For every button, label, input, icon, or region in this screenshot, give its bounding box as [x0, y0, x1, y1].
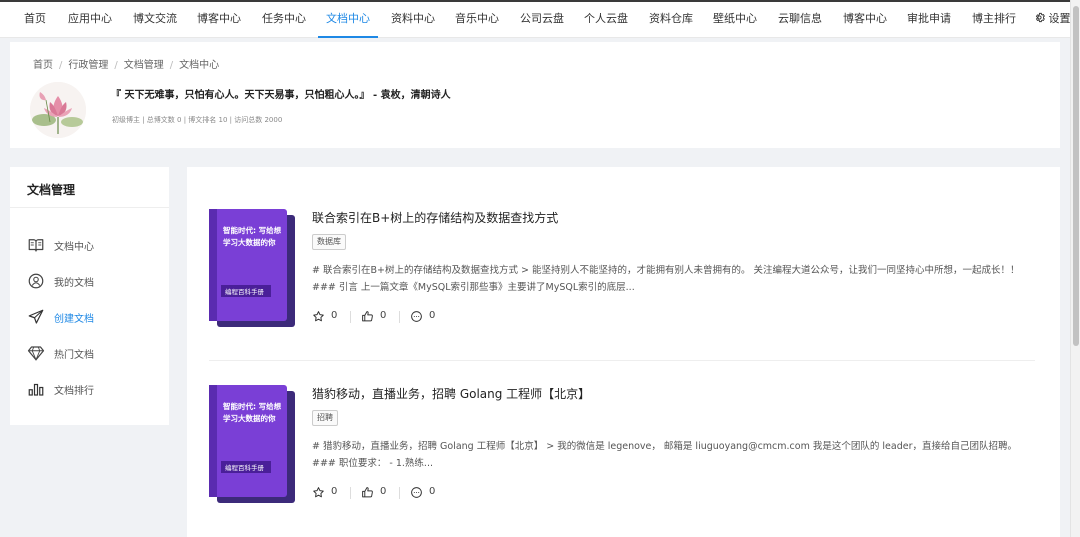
article-title[interactable]: 猎豹移动，直播业务，招聘 Golang 工程师【北京】 — [312, 385, 590, 402]
nav-item-personal-drive[interactable]: 个人云盘 — [584, 2, 628, 38]
article-title[interactable]: 联合索引在B+树上的存储结构及数据查找方式 — [312, 209, 558, 226]
nav-item-company-drive[interactable]: 公司云盘 — [520, 2, 564, 38]
breadcrumb-doc-management[interactable]: 文档管理 — [124, 60, 164, 71]
nav-item-task-center[interactable]: 任务中心 — [262, 2, 306, 38]
scrollbar-thumb[interactable] — [1073, 6, 1079, 346]
comment-icon — [411, 311, 422, 322]
breadcrumb-admin[interactable]: 行政管理 — [68, 60, 108, 71]
cover-line-2: 学习大数据的你 — [223, 237, 276, 247]
article-excerpt: # 猎豹移动，直播业务，招聘 Golang 工程师【北京】 > 我的微信是 le… — [312, 441, 1017, 469]
send-icon — [28, 309, 44, 324]
sidebar-item-doc-ranking[interactable]: 文档排行 — [27, 379, 167, 399]
star-count: 0 — [331, 486, 338, 497]
action-separator — [399, 487, 400, 499]
sidebar-item-label: 创建文档 — [54, 314, 94, 325]
article-actions: 0 0 0 — [312, 309, 512, 325]
nav-item-ranking[interactable]: 博主排行 — [972, 2, 1016, 38]
profile-header: 首页 / 行政管理 / 文档管理 / 文档中心 『 天下无难事，只怕有心人。天下天易事，只怕… — [10, 42, 1060, 148]
article-card[interactable]: 智能时代: 写给想 学习大数据的你 编程百科手册 猎豹移动，直播业务，招聘 Go… — [209, 385, 1035, 515]
nav-item-music-center[interactable]: 音乐中心 — [455, 2, 499, 38]
gear-icon — [1035, 12, 1045, 23]
page-scrollbar[interactable] — [1070, 0, 1080, 537]
settings-button[interactable]: 设置 — [1034, 2, 1071, 38]
comment-count: 0 — [429, 310, 436, 321]
nav-item-home[interactable]: 首页 — [24, 2, 46, 38]
nav-item-blog-exchange[interactable]: 博文交流 — [133, 2, 177, 38]
article-cover-image[interactable]: 智能时代: 写给想 学习大数据的你 编程百科手册 — [209, 209, 295, 327]
cover-line-1: 智能时代: 写给想 — [223, 225, 282, 235]
article-actions: 0 0 0 — [312, 485, 512, 501]
action-separator — [350, 487, 351, 499]
breadcrumb-separator: / — [59, 60, 63, 71]
nav-item-blog-center[interactable]: 博客中心 — [197, 2, 241, 38]
thumbs-up-icon — [362, 487, 373, 498]
article-tag[interactable]: 招聘 — [312, 410, 338, 426]
sidebar-item-doc-center[interactable]: 文档中心 — [27, 235, 167, 255]
sidebar-divider — [10, 207, 169, 208]
bar-chart-icon — [28, 383, 44, 396]
cover-footer: 编程百科手册 — [225, 287, 265, 296]
breadcrumb-current: 文档中心 — [179, 60, 220, 71]
nav-item-resource-center[interactable]: 资料中心 — [391, 2, 435, 38]
nav-item-approval[interactable]: 审批申请 — [907, 2, 951, 38]
top-navbar: 首页 应用中心 博文交流 博客中心 任务中心 文档中心 资料中心 音乐中心 公司… — [0, 2, 1071, 38]
nav-item-chat[interactable]: 云聊信息 — [778, 2, 822, 38]
avatar[interactable] — [30, 82, 86, 138]
action-separator — [399, 311, 400, 323]
article-card[interactable]: 智能时代: 写给想 学习大数据的你 编程百科手册 联合索引在B+树上的存储结构及… — [209, 209, 1035, 339]
comment-icon — [411, 487, 422, 498]
sidebar-item-my-docs[interactable]: 我的文档 — [27, 271, 167, 291]
article-list: 智能时代: 写给想 学习大数据的你 编程百科手册 联合索引在B+树上的存储结构及… — [187, 167, 1060, 537]
article-cover-image[interactable]: 智能时代: 写给想 学习大数据的你 编程百科手册 — [209, 385, 295, 503]
cover-line-1: 智能时代: 写给想 — [223, 401, 282, 411]
comment-count: 0 — [429, 486, 436, 497]
cover-line-2: 学习大数据的你 — [223, 413, 276, 423]
profile-stats: 初级博主 | 总博文数 0 | 博文排名 10 | 访问总数 2000 — [112, 116, 283, 124]
star-icon — [313, 487, 324, 498]
article-divider — [209, 360, 1035, 361]
lotus-avatar-image — [30, 82, 86, 138]
cover-footer: 编程百科手册 — [225, 463, 265, 472]
sidebar-item-hot-docs[interactable]: 热门文档 — [27, 343, 167, 363]
diamond-icon — [27, 346, 45, 361]
breadcrumb-separator: / — [169, 60, 174, 71]
settings-label: 设置 — [1048, 12, 1071, 25]
sidebar-item-label: 文档排行 — [54, 386, 94, 397]
like-count: 0 — [380, 310, 387, 321]
nav-item-repository[interactable]: 资料仓库 — [649, 2, 693, 38]
sidebar-item-create-doc[interactable]: 创建文档 — [27, 307, 167, 327]
sidebar-item-label: 热门文档 — [54, 350, 94, 361]
nav-item-wallpaper[interactable]: 壁纸中心 — [713, 2, 757, 38]
star-count: 0 — [331, 310, 338, 321]
sidebar: 文档管理 文档中心 我的文档 创建文档 热门文档 文档排行 — [10, 167, 169, 425]
article-excerpt: # 联合索引在B+树上的存储结构及数据查找方式 > 能坚持别人不能坚持的，才能拥… — [312, 265, 1020, 293]
star-icon — [313, 311, 324, 322]
breadcrumb: 首页 / 行政管理 / 文档管理 / 文档中心 — [33, 56, 219, 71]
nav-item-app-center[interactable]: 应用中心 — [68, 2, 112, 38]
thumbs-up-icon — [362, 311, 373, 322]
article-tag[interactable]: 数据库 — [312, 234, 346, 250]
sidebar-title: 文档管理 — [27, 183, 76, 197]
breadcrumb-home[interactable]: 首页 — [33, 60, 53, 71]
profile-quote: 『 天下无难事，只怕有心人。天下天易事，只怕粗心人。』 - 袁枚，清朝诗人 — [111, 90, 451, 101]
user-circle-icon — [28, 273, 44, 289]
sidebar-item-label: 我的文档 — [54, 278, 94, 289]
breadcrumb-separator: / — [114, 60, 118, 71]
like-count: 0 — [380, 486, 387, 497]
action-separator — [350, 311, 351, 323]
nav-item-doc-center[interactable]: 文档中心 — [318, 2, 378, 38]
sidebar-item-label: 文档中心 — [54, 242, 94, 253]
book-icon — [28, 239, 44, 252]
nav-item-blog-center-2[interactable]: 博客中心 — [843, 2, 887, 38]
